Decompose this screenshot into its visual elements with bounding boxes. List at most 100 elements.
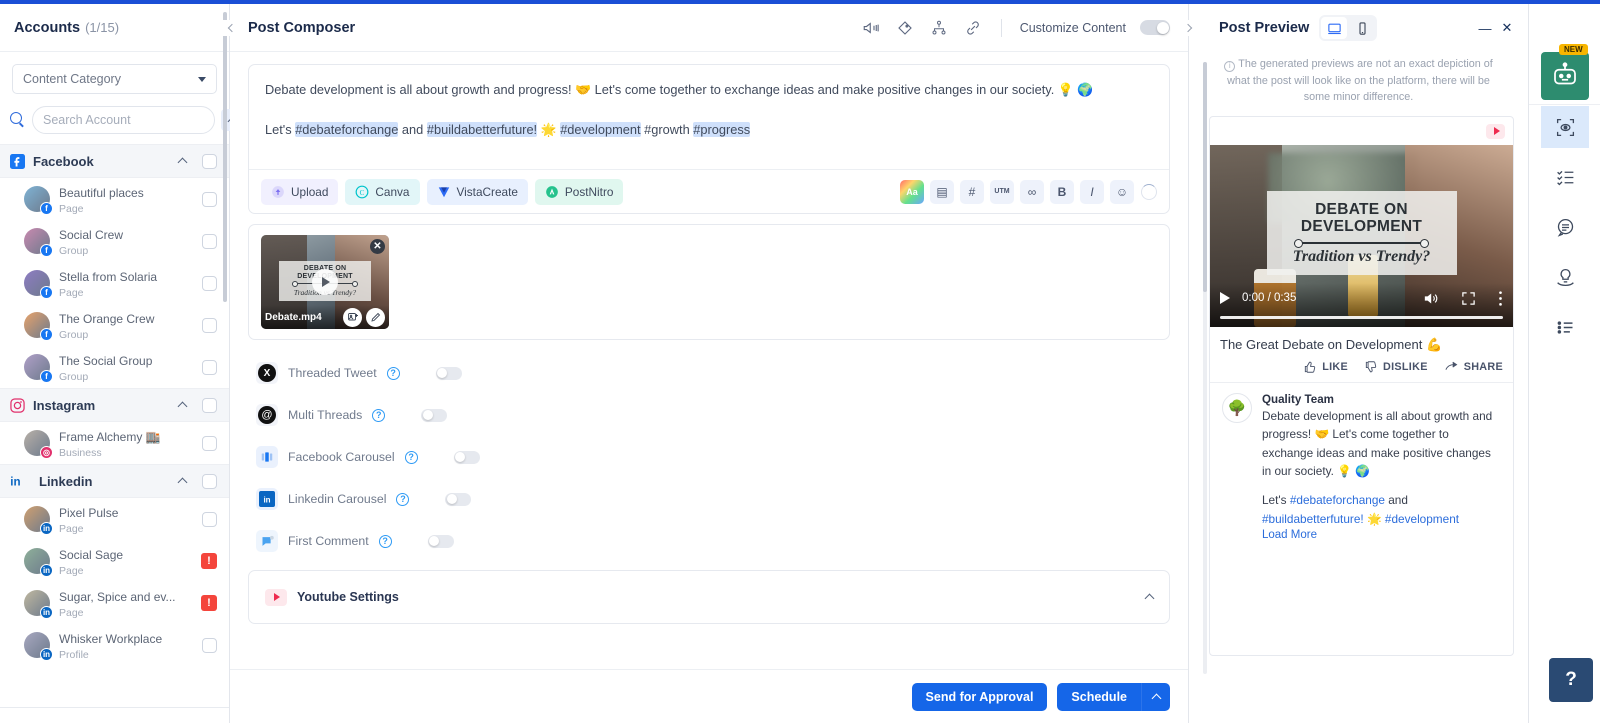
bold-icon[interactable]: B bbox=[1050, 179, 1074, 204]
account-row[interactable]: in Pixel Pulse Page bbox=[0, 498, 229, 540]
canva-button[interactable]: C Canva bbox=[345, 178, 420, 205]
sidebar-scrollbar[interactable] bbox=[223, 12, 227, 302]
hashtag-icon[interactable]: # bbox=[960, 179, 984, 204]
preview-scroll-thumb[interactable] bbox=[1203, 62, 1207, 292]
ideas-icon[interactable] bbox=[1541, 256, 1589, 298]
utm-icon[interactable]: UTM bbox=[990, 179, 1014, 204]
help-tooltip-icon[interactable]: ? bbox=[396, 492, 410, 506]
video-play-icon[interactable] bbox=[1220, 292, 1230, 305]
group-select-checkbox[interactable] bbox=[202, 473, 217, 489]
more-options-icon[interactable] bbox=[1498, 290, 1503, 307]
expand-preview-button[interactable] bbox=[1181, 20, 1197, 36]
youtube-settings-section[interactable]: Youtube Settings bbox=[248, 570, 1170, 624]
option-toggle[interactable] bbox=[453, 450, 480, 464]
fullscreen-icon[interactable] bbox=[1461, 291, 1476, 306]
notes-icon[interactable] bbox=[1541, 206, 1589, 248]
account-select-checkbox[interactable] bbox=[202, 637, 217, 653]
remove-media-button[interactable]: ✕ bbox=[370, 239, 385, 254]
customize-content-toggle[interactable] bbox=[1140, 20, 1170, 35]
option-toggle[interactable] bbox=[427, 534, 454, 548]
preview-action-dislike[interactable]: DISLIKE bbox=[1364, 360, 1428, 374]
checklist-icon[interactable] bbox=[1541, 156, 1589, 198]
shorten-link-icon[interactable]: ∞ bbox=[1020, 179, 1044, 204]
desktop-preview-tab[interactable] bbox=[1321, 17, 1348, 39]
chevron-up-icon[interactable] bbox=[177, 477, 188, 488]
option-row: X Threaded Tweet? bbox=[248, 352, 1170, 394]
italic-icon[interactable]: I bbox=[1080, 179, 1104, 204]
account-select-checkbox[interactable] bbox=[202, 233, 217, 249]
volume-icon[interactable] bbox=[1422, 290, 1439, 307]
option-toggle[interactable] bbox=[445, 492, 472, 506]
search-input[interactable] bbox=[32, 106, 215, 134]
account-row[interactable]: f The Orange Crew Group bbox=[0, 304, 229, 346]
edit-media-icon[interactable] bbox=[366, 307, 385, 327]
account-row[interactable]: f The Social Group Group bbox=[0, 346, 229, 388]
help-tooltip-icon[interactable]: ? bbox=[372, 408, 386, 422]
account-row[interactable]: in Social Sage Page! bbox=[0, 540, 229, 582]
load-more-link[interactable]: Load More bbox=[1262, 529, 1501, 541]
account-error-badge[interactable]: ! bbox=[201, 553, 217, 569]
option-toggle[interactable] bbox=[421, 408, 448, 422]
help-button[interactable]: ? bbox=[1549, 658, 1593, 702]
tag-icon[interactable] bbox=[895, 18, 915, 38]
preview-hashtag-buildabetterfuture[interactable]: #buildabetterfuture! bbox=[1262, 512, 1364, 526]
account-row[interactable]: f Social Crew Group bbox=[0, 220, 229, 262]
preview-hashtag-debateforchange[interactable]: #debateforchange bbox=[1290, 493, 1385, 507]
preview-action-share[interactable]: SHARE bbox=[1444, 359, 1503, 374]
account-row[interactable]: f Stella from Solaria Page bbox=[0, 262, 229, 304]
account-select-checkbox[interactable] bbox=[202, 191, 217, 207]
option-toggle[interactable] bbox=[435, 366, 462, 380]
post-text-editor[interactable]: Debate development is all about growth a… bbox=[249, 65, 1169, 169]
account-select-checkbox[interactable] bbox=[202, 511, 217, 527]
vistacreate-button[interactable]: VistaCreate bbox=[426, 178, 528, 205]
change-thumbnail-icon[interactable] bbox=[343, 307, 362, 327]
chevron-up-icon[interactable] bbox=[1144, 593, 1155, 604]
chevron-up-icon[interactable] bbox=[177, 401, 188, 412]
account-row[interactable]: f Beautiful places Page bbox=[0, 178, 229, 220]
account-select-checkbox[interactable] bbox=[202, 435, 217, 451]
account-group-instagram[interactable]: Instagram bbox=[0, 388, 229, 422]
save-draft-icon[interactable]: ▤ bbox=[930, 179, 954, 204]
schedule-options-button[interactable] bbox=[1142, 682, 1170, 711]
account-select-checkbox[interactable] bbox=[202, 317, 217, 333]
group-select-checkbox[interactable] bbox=[202, 153, 217, 169]
preview-eye-icon[interactable] bbox=[1541, 106, 1589, 148]
send-for-approval-button[interactable]: Send for Approval bbox=[911, 682, 1048, 711]
collapse-sidebar-button[interactable] bbox=[223, 20, 239, 36]
link-icon[interactable] bbox=[963, 18, 983, 38]
upload-button[interactable]: Upload bbox=[261, 178, 339, 205]
help-tooltip-icon[interactable]: ? bbox=[378, 534, 392, 548]
account-select-checkbox[interactable] bbox=[202, 359, 217, 375]
list-icon[interactable] bbox=[1541, 306, 1589, 348]
account-row[interactable]: ◎ Frame Alchemy 🏬 Business bbox=[0, 422, 229, 464]
account-row[interactable]: in Sugar, Spice and ev... Page! bbox=[0, 582, 229, 624]
account-error-badge[interactable]: ! bbox=[201, 595, 217, 611]
close-button[interactable]: ✕ bbox=[1500, 20, 1514, 35]
mobile-preview-tab[interactable] bbox=[1349, 17, 1375, 39]
help-tooltip-icon[interactable]: ? bbox=[404, 450, 418, 464]
account-group-facebook[interactable]: Facebook bbox=[0, 144, 229, 178]
video-progress-bar[interactable] bbox=[1220, 316, 1503, 320]
content-category-select[interactable]: Content Category bbox=[12, 64, 217, 94]
play-icon[interactable] bbox=[312, 269, 338, 295]
help-tooltip-icon[interactable]: ? bbox=[386, 366, 400, 380]
megaphone-icon[interactable] bbox=[861, 18, 881, 38]
chevron-up-icon[interactable] bbox=[177, 157, 188, 168]
preview-hashtag-development[interactable]: #development bbox=[1385, 512, 1459, 526]
emoji-icon[interactable]: ☺ bbox=[1110, 179, 1134, 204]
minimize-button[interactable]: — bbox=[1478, 21, 1492, 36]
group-select-checkbox[interactable] bbox=[202, 397, 217, 413]
accounts-list[interactable]: Facebook f Beautiful places Page f Social Cre… bbox=[0, 144, 229, 707]
ai-assistant-icon[interactable] bbox=[1541, 52, 1589, 100]
media-thumbnail[interactable]: DEBATE ONDEVELOPMENT Tradition vs Trendy… bbox=[261, 235, 389, 329]
account-select-checkbox[interactable] bbox=[202, 275, 217, 291]
audience-icon[interactable] bbox=[929, 18, 949, 38]
hashtag-debateforchange: #debateforchange bbox=[295, 122, 399, 138]
ai-text-icon[interactable]: Aa bbox=[900, 179, 924, 204]
account-row[interactable]: in Whisker Workplace Profile bbox=[0, 624, 229, 666]
preview-action-like[interactable]: LIKE bbox=[1303, 360, 1348, 374]
video-player[interactable]: DEBATE ON DEVELOPMENT Tradition vs Trendy… bbox=[1210, 145, 1513, 328]
account-group-linkedin[interactable]: in Linkedin bbox=[0, 464, 229, 498]
schedule-button[interactable]: Schedule bbox=[1057, 682, 1142, 711]
postnitro-button[interactable]: PostNitro bbox=[534, 178, 624, 205]
